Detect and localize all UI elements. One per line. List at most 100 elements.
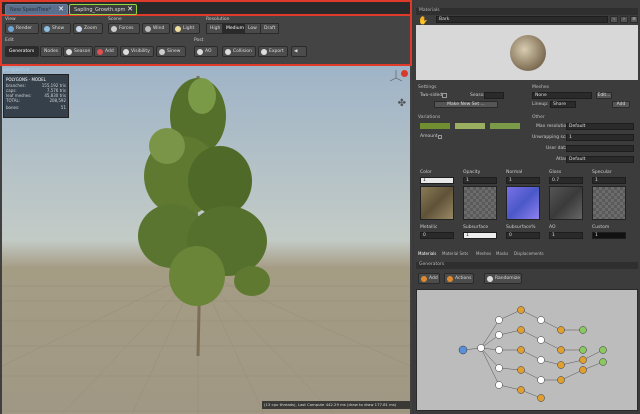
atlas-select[interactable]: Default <box>566 156 634 163</box>
export-icon <box>261 49 267 55</box>
ao-map-label: AO <box>549 225 556 230</box>
opacity-map-label: Opacity <box>463 170 481 175</box>
tab-meshes[interactable]: Meshes <box>476 251 491 256</box>
post-group-label: Post <box>194 38 204 43</box>
variations-header: Variations <box>418 115 441 120</box>
edit-group-label: Edit <box>5 38 14 43</box>
stats-row: bones: 51 <box>6 105 66 110</box>
normal-value[interactable]: 1 <box>506 177 540 184</box>
opacity-value[interactable]: 1 <box>463 177 497 184</box>
tab-displacements[interactable]: Displacements <box>514 251 544 256</box>
normal-map-label: Normal <box>506 170 523 175</box>
eye-icon <box>44 26 50 32</box>
ao-icon <box>197 49 203 55</box>
generator-add-button[interactable]: Add <box>418 273 440 284</box>
season-button[interactable]: Season <box>63 46 93 57</box>
generator-node-graph[interactable] <box>416 289 638 411</box>
visibility-icon <box>123 49 129 55</box>
resolution-draft[interactable]: Draft <box>260 23 280 34</box>
subsurface-value[interactable]: 1 <box>463 232 497 239</box>
specular-value[interactable]: 1 <box>592 177 626 184</box>
arrow-left-icon: ◀ <box>294 49 298 54</box>
color-value[interactable]: 1 <box>420 177 454 184</box>
material-select[interactable]: Bark <box>436 16 608 23</box>
season-field[interactable] <box>484 92 504 99</box>
forces-button[interactable]: Forces <box>108 23 140 34</box>
back-button[interactable]: ◀ <box>291 46 307 57</box>
two-sided-checkbox[interactable] <box>442 93 447 98</box>
close-icon[interactable]: ✕ <box>58 6 64 13</box>
specular-map-label: Specular <box>592 170 612 175</box>
user-data-field[interactable] <box>566 145 634 152</box>
resolution-low[interactable]: Low <box>244 23 261 34</box>
tab-masks[interactable]: Masks <box>496 251 508 256</box>
normal-texture-thumb[interactable] <box>506 186 540 220</box>
add-mesh-button[interactable]: Add <box>612 101 630 108</box>
actions-icon <box>447 276 453 282</box>
color-texture-thumb[interactable] <box>420 186 454 220</box>
light-button[interactable]: Light <box>172 23 200 34</box>
materials-header: Materials <box>416 8 638 15</box>
render-button[interactable]: Render <box>5 23 39 34</box>
stats-row: TOTAL: 208,592 <box>6 98 66 103</box>
meshes-header: Meshes <box>532 85 549 90</box>
generator-randomize-button[interactable]: Randomize <box>484 273 522 284</box>
variation-swatch[interactable] <box>420 123 450 129</box>
tab-sapling-growth[interactable]: Sapling_Growth.spm ✕ <box>69 4 137 15</box>
material-next-button[interactable]: › <box>620 16 628 23</box>
ao-button[interactable]: AO <box>194 46 218 57</box>
metallic-value[interactable]: 0 <box>420 232 454 239</box>
amount-checkbox[interactable] <box>438 135 442 139</box>
add-icon <box>97 49 103 55</box>
3d-viewport[interactable]: ✤ <box>2 66 410 414</box>
visibility-button[interactable]: Visibility <box>120 46 154 57</box>
tab-new-speedtree[interactable]: New SpeedTree* ✕ <box>5 4 68 15</box>
specular-texture-thumb[interactable] <box>592 186 626 220</box>
variation-swatch[interactable] <box>455 123 485 129</box>
zoom-button[interactable]: Zoom <box>73 23 103 34</box>
ao-value[interactable]: 1 <box>549 232 583 239</box>
sinew-icon <box>159 49 165 55</box>
wind-direction-icon[interactable]: ✤ <box>398 98 406 109</box>
custom-value[interactable]: 1 <box>592 232 626 239</box>
material-prev-button[interactable]: ‹ <box>610 16 618 23</box>
tab-material-sets[interactable]: Material Sets <box>442 251 468 256</box>
export-button[interactable]: Export <box>258 46 288 57</box>
record-icon[interactable] <box>401 70 408 77</box>
subsurface-percent-map-label: Subsurface% <box>506 225 536 230</box>
add-button[interactable]: Add <box>94 46 118 57</box>
gloss-value[interactable]: 0.7 <box>549 177 583 184</box>
forces-icon <box>111 26 117 32</box>
mesh-select[interactable]: None <box>532 92 592 99</box>
close-icon[interactable]: ✕ <box>127 6 133 13</box>
zoom-icon <box>76 26 82 32</box>
generators-button[interactable]: Generators <box>5 46 39 57</box>
season-icon <box>66 49 72 55</box>
share-select[interactable]: Share <box>550 101 576 108</box>
max-resolution-select[interactable]: Default <box>566 123 634 130</box>
node-graph-canvas <box>458 306 607 402</box>
opacity-texture-thumb[interactable] <box>463 186 497 220</box>
unwrapping-scale-field[interactable]: 1 <box>566 134 634 141</box>
sinew-button[interactable]: Sinew <box>156 46 186 57</box>
viewport-camera-label: perspective <box>3 68 30 73</box>
variation-swatch[interactable] <box>490 123 520 129</box>
wind-button[interactable]: Wind <box>142 23 170 34</box>
nodes-button[interactable]: Nodes <box>40 46 62 57</box>
subsurface-percent-value[interactable]: 0 <box>506 232 540 239</box>
make-new-set-button[interactable]: Make New Set ... <box>434 101 498 108</box>
other-header: Other <box>532 115 545 120</box>
edit-mesh-button[interactable]: Edit... <box>596 92 612 99</box>
viewport-scene <box>2 70 410 414</box>
collision-button[interactable]: Collision <box>222 46 256 57</box>
gloss-texture-thumb[interactable] <box>549 186 583 220</box>
document-tab-bar: New SpeedTree* ✕ Sapling_Growth.spm ✕ <box>0 0 412 16</box>
material-menu-button[interactable]: ≡ <box>630 16 638 23</box>
graph-edges <box>462 309 604 399</box>
tab-materials[interactable]: Materials <box>418 251 436 256</box>
generator-actions-button[interactable]: Actions <box>444 273 474 284</box>
show-button[interactable]: Show <box>41 23 71 34</box>
material-sphere-preview <box>510 35 546 71</box>
lineup-label: Lineup: <box>532 102 549 107</box>
color-map-label: Color <box>420 170 432 175</box>
